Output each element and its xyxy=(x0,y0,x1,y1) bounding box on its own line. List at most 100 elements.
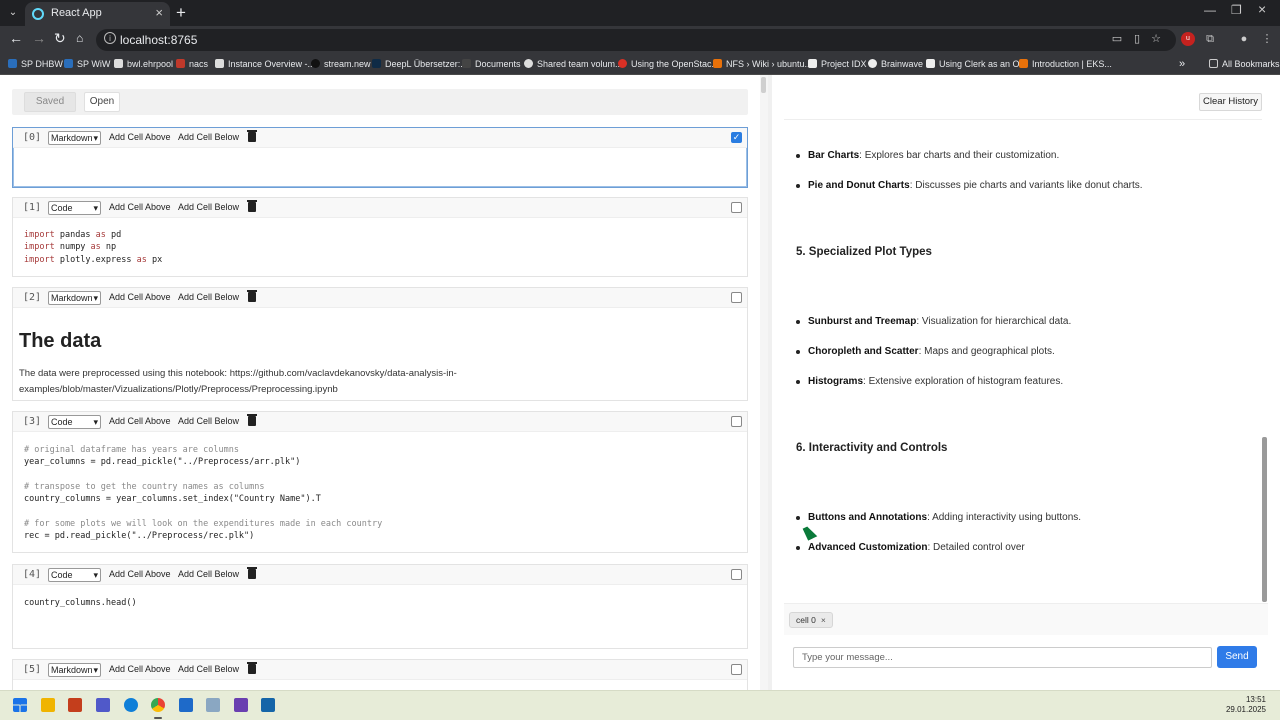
ublock-extension-icon[interactable]: u xyxy=(1181,32,1195,46)
scrollbar-thumb[interactable] xyxy=(761,77,766,93)
profile-avatar-icon[interactable]: ● xyxy=(1237,32,1251,46)
windows-start-icon[interactable] xyxy=(13,698,27,712)
chat-scrollbar[interactable] xyxy=(1262,75,1268,603)
context-chip[interactable]: cell 0 × xyxy=(789,612,833,628)
cast-icon[interactable]: ▭ xyxy=(1110,32,1124,46)
bookmark-item[interactable]: nacs xyxy=(176,57,208,71)
bookmarks-overflow-icon[interactable]: » xyxy=(1179,57,1185,71)
send-button[interactable]: Send xyxy=(1217,646,1257,668)
powerpoint-icon[interactable] xyxy=(68,698,82,712)
bookmark-star-icon[interactable]: ☆ xyxy=(1149,32,1163,46)
cell-type-select[interactable]: Markdown xyxy=(48,663,101,677)
add-cell-above-button[interactable]: Add Cell Above xyxy=(109,132,171,142)
add-cell-above-button[interactable]: Add Cell Above xyxy=(109,569,171,579)
trash-icon[interactable] xyxy=(247,290,257,302)
chrome-icon[interactable] xyxy=(151,698,165,712)
code-editor[interactable]: country_columns.head() xyxy=(24,597,137,609)
add-cell-below-button[interactable]: Add Cell Below xyxy=(178,416,239,426)
menu-kebab-icon[interactable]: ⋮ xyxy=(1260,32,1274,46)
home-icon[interactable]: ⌂ xyxy=(76,31,83,45)
notebook-cell[interactable]: [0] Markdown Add Cell Above Add Cell Bel… xyxy=(12,127,748,188)
cell-select-checkbox[interactable] xyxy=(731,292,742,303)
bookmark-item[interactable]: Brainwave xyxy=(868,57,923,71)
forward-arrow-icon[interactable]: → xyxy=(32,30,46,46)
all-bookmarks[interactable]: All Bookmarks xyxy=(1209,57,1280,71)
add-cell-below-button[interactable]: Add Cell Below xyxy=(178,569,239,579)
bookmark-item[interactable]: DeepL Übersetzer:... xyxy=(372,57,468,71)
bookmark-item[interactable]: SP WiW xyxy=(64,57,110,71)
add-cell-below-button[interactable]: Add Cell Below xyxy=(178,292,239,302)
add-cell-above-button[interactable]: Add Cell Above xyxy=(109,202,171,212)
cell-type-select[interactable]: Code xyxy=(48,415,101,429)
notebook-cell[interactable]: [3] Code Add Cell Above Add Cell Below #… xyxy=(12,411,748,553)
add-cell-above-button[interactable]: Add Cell Above xyxy=(109,416,171,426)
notebook-cell[interactable]: [1] Code Add Cell Above Add Cell Below i… xyxy=(12,197,748,277)
code-editor[interactable]: import pandas as pd import numpy as np imp… xyxy=(24,229,162,266)
tab-close-icon[interactable]: × xyxy=(155,5,163,20)
minimize-icon[interactable]: — xyxy=(1204,3,1216,17)
extensions-puzzle-icon[interactable]: ⧉ xyxy=(1203,32,1217,46)
code-editor[interactable]: # original dataframe has years are colum… xyxy=(24,444,382,542)
scrollbar-thumb[interactable] xyxy=(1262,437,1267,602)
system-clock[interactable]: 13:51 29.01.2025 xyxy=(1226,695,1266,715)
notebook-cell[interactable]: [5] Markdown Add Cell Above Add Cell Bel… xyxy=(12,659,748,690)
add-cell-above-button[interactable]: Add Cell Above xyxy=(109,664,171,674)
app-icon[interactable] xyxy=(234,698,248,712)
app-icon[interactable] xyxy=(261,698,275,712)
bookmark-item[interactable]: Instance Overview -... xyxy=(215,57,315,71)
open-button[interactable]: Open xyxy=(84,92,120,112)
cell-type-select[interactable]: Code xyxy=(48,201,101,215)
new-tab-plus-icon[interactable]: + xyxy=(176,3,186,23)
app-icon[interactable] xyxy=(179,698,193,712)
cell-select-checkbox[interactable] xyxy=(731,569,742,580)
bookmark-item[interactable]: Shared team volum... xyxy=(524,57,623,71)
trash-icon[interactable] xyxy=(247,200,257,212)
bookmark-item[interactable]: Project IDX xyxy=(808,57,867,71)
bookmark-item[interactable]: Documents xyxy=(462,57,521,71)
back-arrow-icon[interactable]: ← xyxy=(9,30,23,46)
bookmark-item[interactable]: Using Clerk as an O... xyxy=(926,57,1027,71)
tab-list-chevron-icon[interactable]: ⌄ xyxy=(6,6,20,20)
bookmark-item[interactable]: Using the OpenStac... xyxy=(618,57,719,71)
cell-index: [0] xyxy=(23,132,42,143)
reload-icon[interactable]: ↻ xyxy=(54,30,66,47)
add-cell-above-button[interactable]: Add Cell Above xyxy=(109,292,171,302)
cell-select-checkbox[interactable]: ✓ xyxy=(731,132,742,143)
chip-remove-icon[interactable]: × xyxy=(821,615,826,625)
trash-icon[interactable] xyxy=(247,414,257,426)
teams-icon[interactable] xyxy=(96,698,110,712)
file-explorer-icon[interactable] xyxy=(41,698,55,712)
cell-select-checkbox[interactable] xyxy=(731,664,742,675)
trash-icon[interactable] xyxy=(247,567,257,579)
add-cell-below-button[interactable]: Add Cell Below xyxy=(178,202,239,212)
message-input[interactable] xyxy=(793,647,1212,668)
bookmark-item[interactable]: Introduction | EKS... xyxy=(1019,57,1112,71)
bookmark-item[interactable]: stream.new xyxy=(311,57,371,71)
cell-type-select[interactable]: Code xyxy=(48,568,101,582)
app-icon[interactable] xyxy=(206,698,220,712)
clear-history-button[interactable]: Clear History xyxy=(1199,93,1262,111)
address-bar[interactable]: i localhost:8765 xyxy=(96,29,1176,51)
edge-icon[interactable] xyxy=(124,698,138,712)
pane-resize-handle[interactable] xyxy=(768,75,772,690)
cell-select-checkbox[interactable] xyxy=(731,416,742,427)
notebook-scrollbar[interactable] xyxy=(760,75,768,690)
browser-tab[interactable]: React App × xyxy=(25,2,170,26)
site-info-icon[interactable]: i xyxy=(104,32,116,44)
bookmark-item[interactable]: bwl.ehrpool xyxy=(114,57,173,71)
notebook-cell[interactable]: [4] Code Add Cell Above Add Cell Below c… xyxy=(12,564,748,649)
bookmark-item[interactable]: SP DHBW xyxy=(8,57,63,71)
cell-select-checkbox[interactable] xyxy=(731,202,742,213)
cell-type-select[interactable]: Markdown xyxy=(48,291,101,305)
cell-type-select[interactable]: Markdown xyxy=(48,131,101,145)
window-close-icon[interactable]: × xyxy=(1258,1,1266,17)
saved-button[interactable]: Saved xyxy=(24,92,76,112)
add-cell-below-button[interactable]: Add Cell Below xyxy=(178,664,239,674)
maximize-icon[interactable]: ❐ xyxy=(1231,3,1242,17)
trash-icon[interactable] xyxy=(247,130,257,142)
trash-icon[interactable] xyxy=(247,662,257,674)
page-icon[interactable]: ▯ xyxy=(1130,32,1144,46)
notebook-cell[interactable]: [2] Markdown Add Cell Above Add Cell Bel… xyxy=(12,287,748,401)
bookmark-item[interactable]: NFS › Wiki › ubuntu... xyxy=(713,57,812,71)
add-cell-below-button[interactable]: Add Cell Below xyxy=(178,132,239,142)
